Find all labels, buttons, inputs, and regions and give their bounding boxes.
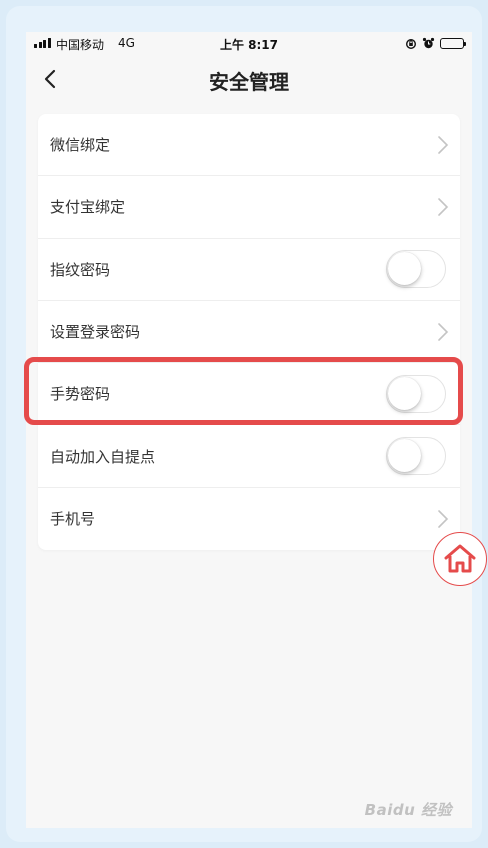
- setting-fingerprint-password: 指纹密码: [38, 239, 460, 301]
- setting-wechat-binding[interactable]: 微信绑定: [38, 114, 460, 177]
- nav-bar: 安全管理: [26, 56, 472, 102]
- chevron-right-icon: [438, 135, 449, 154]
- baidu-watermark: Baidu 经验: [364, 801, 452, 819]
- setting-auto-join-pickup: 自动加入自提点: [38, 425, 460, 488]
- status-bar: 中国移动 4G 上午 8:17: [26, 32, 472, 56]
- orientation-lock-icon: [405, 38, 417, 49]
- setting-label: 自动加入自提点: [50, 447, 156, 466]
- device-frame: 中国移动 4G 上午 8:17 安全管理 微信绑定 支付宝绑定 指纹密码 设置登…: [6, 6, 482, 842]
- chevron-right-icon: [438, 510, 449, 528]
- setting-alipay-binding[interactable]: 支付宝绑定: [38, 176, 460, 239]
- setting-label: 设置登录密码: [50, 323, 141, 342]
- setting-label: 微信绑定: [50, 136, 111, 155]
- alarm-icon: [422, 37, 435, 49]
- setting-phone-number[interactable]: 手机号: [38, 488, 460, 550]
- auto-join-pickup-toggle[interactable]: [386, 437, 446, 476]
- setting-label: 指纹密码: [50, 260, 111, 279]
- battery-icon: [440, 38, 466, 49]
- home-icon: [444, 544, 476, 573]
- chevron-right-icon: [438, 322, 449, 341]
- phone-screen: 中国移动 4G 上午 8:17 安全管理 微信绑定 支付宝绑定 指纹密码 设置登…: [26, 32, 472, 828]
- setting-label: 手势密码: [50, 385, 111, 404]
- setting-label: 支付宝绑定: [50, 198, 126, 217]
- page-title: 安全管理: [209, 70, 289, 94]
- setting-gesture-password: 手势密码: [38, 363, 460, 426]
- settings-list: 微信绑定 支付宝绑定 指纹密码 设置登录密码 手势密码 自动加入自提点 手机号: [38, 114, 460, 550]
- setting-login-password[interactable]: 设置登录密码: [38, 301, 460, 364]
- setting-label: 手机号: [50, 510, 96, 529]
- home-float-button[interactable]: [433, 532, 487, 586]
- chevron-right-icon: [438, 198, 449, 216]
- status-icons: [405, 37, 466, 50]
- fingerprint-toggle[interactable]: [386, 250, 446, 289]
- gesture-password-toggle[interactable]: [386, 374, 446, 413]
